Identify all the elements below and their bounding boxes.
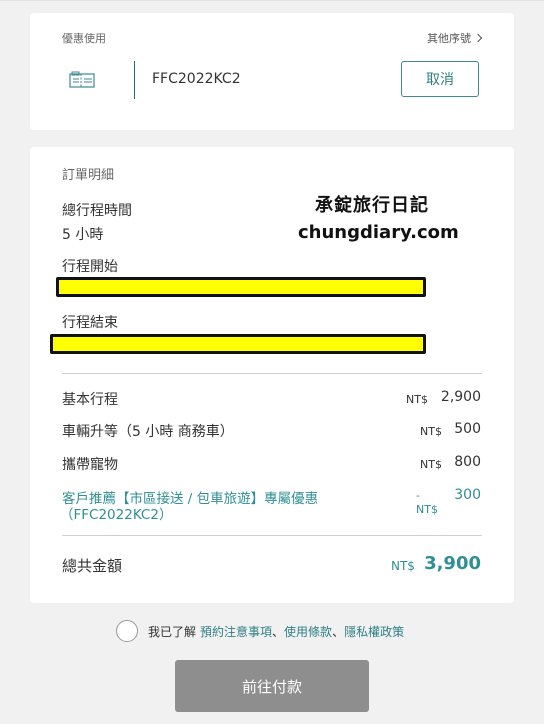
line-item-currency: NT$	[420, 458, 442, 471]
coupon-card: 優惠使用 其他序號 FFC2022KC2 取消	[30, 13, 514, 130]
line-item-label: 車輛升等（5 小時 商務車）	[62, 424, 234, 440]
top-divider	[0, 0, 544, 1]
privacy-policy-link[interactable]: 隱私權政策	[344, 623, 404, 640]
divider	[62, 373, 482, 374]
agreement-separator: 、	[272, 624, 285, 639]
promo-currency: NT$	[416, 503, 438, 516]
promo-label-line2: （FFC2022KC2）	[60, 507, 173, 523]
agreement-separator: 、	[332, 624, 345, 639]
start-redaction	[56, 277, 426, 297]
other-codes-link[interactable]: 其他序號	[427, 30, 483, 46]
end-label: 行程結束	[62, 315, 118, 331]
watermark-url: chungdiary.com	[298, 222, 459, 243]
promo-amount: 300	[454, 487, 481, 503]
line-item-amount: 800	[454, 454, 481, 470]
coupon-section-label: 優惠使用	[62, 32, 106, 45]
line-item-amount: 500	[454, 421, 481, 437]
start-label: 行程開始	[62, 259, 118, 275]
proceed-to-payment-button[interactable]: 前往付款	[175, 660, 369, 712]
line-item-currency: NT$	[420, 425, 442, 438]
line-item-currency: NT$	[406, 393, 428, 406]
agreement-row: 我已了解 預約注意事項 、 使用條款 、 隱私權政策	[116, 620, 404, 642]
coupon-divider	[134, 61, 135, 99]
total-currency: NT$	[391, 559, 415, 573]
duration-label: 總行程時間	[62, 203, 132, 219]
order-section-label: 訂單明細	[62, 168, 115, 183]
chevron-right-icon	[473, 33, 483, 43]
coupon-code-value: FFC2022KC2	[152, 71, 241, 87]
total-amount: 3,900	[424, 553, 481, 574]
total-label: 總共金額	[62, 557, 123, 575]
watermark-title: 承錠旅行日記	[315, 195, 429, 216]
line-item-amount: 2,900	[440, 389, 481, 405]
coupon-ticket-icon	[69, 71, 95, 88]
booking-notes-link[interactable]: 預約注意事項	[200, 623, 272, 640]
terms-link[interactable]: 使用條款	[284, 623, 332, 640]
cancel-coupon-button[interactable]: 取消	[401, 61, 479, 97]
agreement-prefix: 我已了解	[148, 624, 197, 639]
order-details-card: 訂單明細 承錠旅行日記 chungdiary.com 總行程時間 5 小時 行程…	[30, 147, 514, 603]
other-codes-label: 其他序號	[427, 32, 471, 45]
end-redaction	[50, 334, 426, 354]
line-item-label: 攜帶寵物	[62, 457, 118, 473]
promo-minus-sign: -	[416, 489, 420, 502]
line-item-label: 基本行程	[62, 392, 118, 408]
divider	[62, 535, 482, 536]
agree-radio[interactable]	[116, 620, 138, 642]
duration-value: 5 小時	[62, 227, 104, 243]
